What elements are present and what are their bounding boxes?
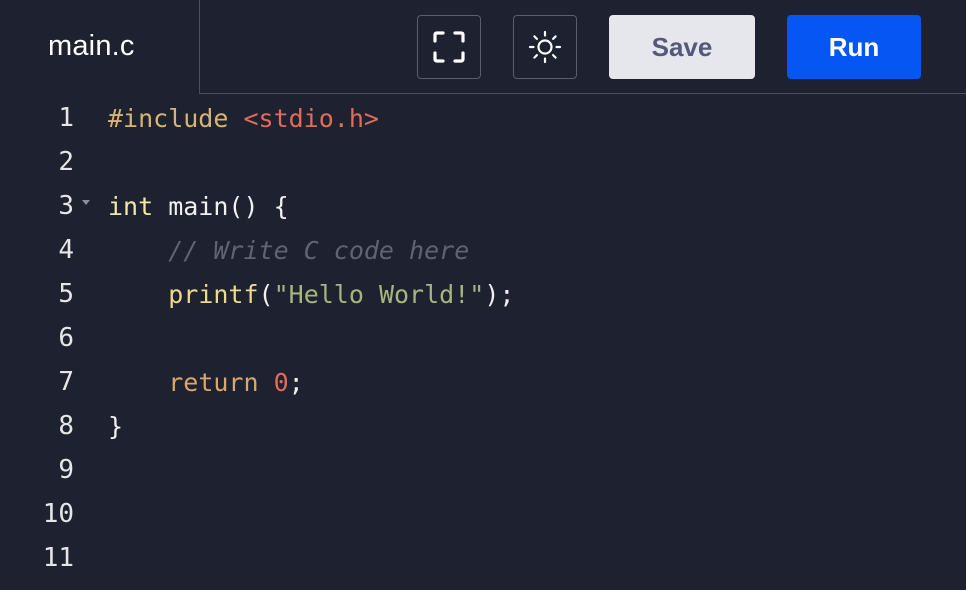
line-number: 10 [42, 499, 74, 529]
code-token: int [108, 191, 154, 221]
code-line[interactable]: 9 [0, 448, 966, 492]
line-number: 11 [42, 543, 74, 573]
code-text: return 0; [108, 368, 304, 397]
code-token: } [108, 411, 124, 441]
line-number: 3 [58, 191, 74, 221]
code-text: // Write C code here [108, 236, 469, 265]
code-token: printf [168, 279, 259, 309]
code-editor: main.c Save Run 1 #include <stdio.h> 2 3… [0, 0, 966, 590]
code-token: "Hello World!" [273, 279, 485, 309]
code-line[interactable]: 4 // Write C code here [0, 228, 966, 272]
line-number: 6 [58, 323, 74, 353]
code-line[interactable]: 3 int main() { [0, 184, 966, 228]
sun-icon [528, 30, 562, 64]
code-text: } [108, 412, 123, 441]
code-text: #include <stdio.h> [108, 104, 379, 133]
run-button[interactable]: Run [787, 15, 921, 79]
save-button[interactable]: Save [609, 15, 755, 79]
code-token: ( [258, 279, 274, 309]
code-line[interactable]: 7 return 0; [0, 360, 966, 404]
fullscreen-icon [433, 31, 465, 63]
fold-caret-icon[interactable] [82, 200, 90, 205]
code-area[interactable]: 1 #include <stdio.h> 2 3 int main() { 4 // Wr… [0, 96, 966, 590]
file-tab[interactable]: main.c [0, 0, 199, 93]
line-number: 1 [58, 103, 74, 133]
code-line[interactable]: 8} [0, 404, 966, 448]
code-line[interactable]: 6 [0, 316, 966, 360]
line-number: 7 [58, 367, 74, 397]
line-number: 8 [58, 411, 74, 441]
code-token: 0 [273, 367, 289, 397]
code-token: // Write C code here [168, 235, 470, 265]
editor-toolbar: Save Run [199, 0, 966, 94]
code-line[interactable]: 11 [0, 536, 966, 580]
code-text: int main() { [108, 192, 289, 221]
fullscreen-button[interactable] [417, 15, 481, 79]
line-number: 5 [58, 279, 74, 309]
code-line[interactable]: 5 printf("Hello World!"); [0, 272, 966, 316]
line-number: 9 [58, 455, 74, 485]
line-number: 4 [58, 235, 74, 265]
code-token: <stdio.h> [243, 103, 379, 133]
code-text: printf("Hello World!"); [108, 280, 514, 309]
code-token: ; [288, 367, 304, 397]
line-number: 2 [58, 147, 74, 177]
code-token: return [168, 367, 259, 397]
file-tab-label: main.c [48, 30, 135, 62]
theme-toggle-button[interactable] [513, 15, 577, 79]
code-line[interactable]: 2 [0, 140, 966, 184]
code-line[interactable]: 10 [0, 492, 966, 536]
code-line[interactable]: 1 #include <stdio.h> [0, 96, 966, 140]
code-token: main() { [153, 191, 289, 221]
code-token: #include [108, 103, 244, 133]
code-token: ); [484, 279, 515, 309]
